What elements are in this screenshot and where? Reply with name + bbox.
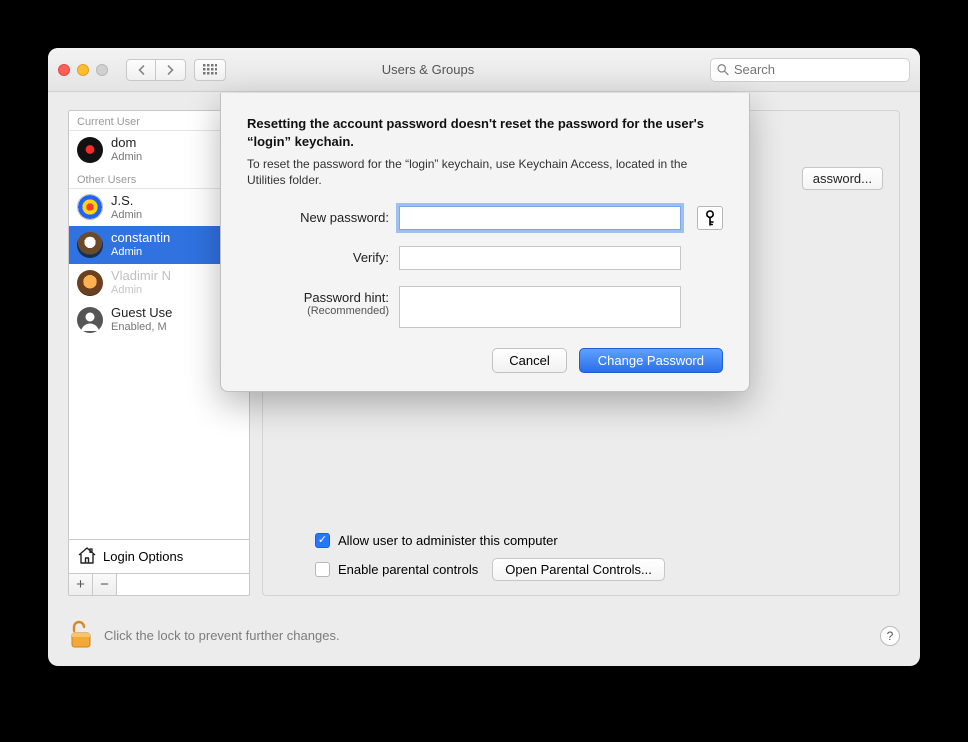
user-role: Admin (111, 246, 170, 259)
zoom-icon (96, 64, 108, 76)
open-parental-button[interactable]: Open Parental Controls... (492, 558, 665, 581)
checkbox-icon[interactable] (315, 562, 330, 577)
key-icon (704, 210, 716, 226)
verify-row: Verify: (247, 246, 723, 270)
allow-admin-label: Allow user to administer this computer (338, 533, 558, 548)
hint-row: Password hint: (Recommended) (247, 286, 723, 328)
hint-label: Password hint: (Recommended) (247, 286, 389, 317)
reset-password-button[interactable]: assword... (802, 167, 883, 190)
avatar-icon (77, 307, 103, 333)
help-button[interactable]: ? (880, 626, 900, 646)
parental-row: Enable parental controls Open Parental C… (315, 558, 883, 581)
user-name: Guest Use (111, 306, 172, 321)
avatar-icon (77, 232, 103, 258)
search-field[interactable] (710, 58, 910, 82)
lock-open-icon[interactable] (68, 619, 94, 652)
hint-sub-label: (Recommended) (247, 305, 389, 317)
sheet-footer: Cancel Change Password (247, 348, 723, 373)
new-password-input[interactable] (399, 206, 681, 230)
user-role: Enabled, M (111, 321, 172, 334)
titlebar: Users & Groups (48, 48, 920, 92)
new-password-label: New password: (247, 206, 389, 225)
avatar-icon (77, 137, 103, 163)
add-user-button[interactable]: + (69, 574, 93, 595)
change-password-button[interactable]: Change Password (579, 348, 723, 373)
cancel-button[interactable]: Cancel (492, 348, 566, 373)
verify-input[interactable] (399, 246, 681, 270)
login-options-label: Login Options (103, 549, 183, 564)
sheet-headline: Resetting the account password doesn't r… (247, 115, 723, 150)
verify-label: Verify: (247, 246, 389, 265)
lock-row: Click the lock to prevent further change… (68, 619, 900, 652)
user-name: J.S. (111, 194, 142, 209)
sheet-subtext: To reset the password for the “login” ke… (247, 156, 723, 188)
search-icon (717, 63, 729, 76)
sidebar-footer: + − (69, 573, 249, 595)
user-name: dom (111, 136, 142, 151)
minimize-icon[interactable] (77, 64, 89, 76)
user-role: Admin (111, 209, 142, 222)
lock-text: Click the lock to prevent further change… (104, 628, 340, 643)
checkbox-checked-icon[interactable] (315, 533, 330, 548)
admin-options: Allow user to administer this computer E… (315, 533, 883, 581)
parental-label: Enable parental controls (338, 562, 478, 577)
login-options-row[interactable]: Login Options (69, 539, 249, 573)
allow-admin-row[interactable]: Allow user to administer this computer (315, 533, 883, 548)
user-name: constantin (111, 231, 170, 246)
traffic-lights (58, 64, 108, 76)
remove-user-button[interactable]: − (93, 574, 117, 595)
hint-label-text: Password hint: (304, 290, 389, 305)
hint-input[interactable] (399, 286, 681, 328)
password-form: New password: Verify: Password hint: (Re… (247, 206, 723, 328)
window-title: Users & Groups (154, 62, 702, 77)
preferences-window: Users & Groups Current User dom Admin Ot… (48, 48, 920, 666)
back-button[interactable] (126, 59, 156, 81)
avatar-icon (77, 270, 103, 296)
house-icon (77, 546, 97, 567)
user-name: Vladimir N (111, 269, 171, 284)
new-password-row: New password: (247, 206, 723, 230)
search-input[interactable] (734, 62, 903, 77)
close-icon[interactable] (58, 64, 70, 76)
user-role: Admin (111, 151, 142, 164)
change-password-sheet: Resetting the account password doesn't r… (220, 93, 750, 392)
user-role: Admin (111, 284, 171, 297)
avatar-icon (77, 194, 103, 220)
password-assistant-button[interactable] (697, 206, 723, 230)
